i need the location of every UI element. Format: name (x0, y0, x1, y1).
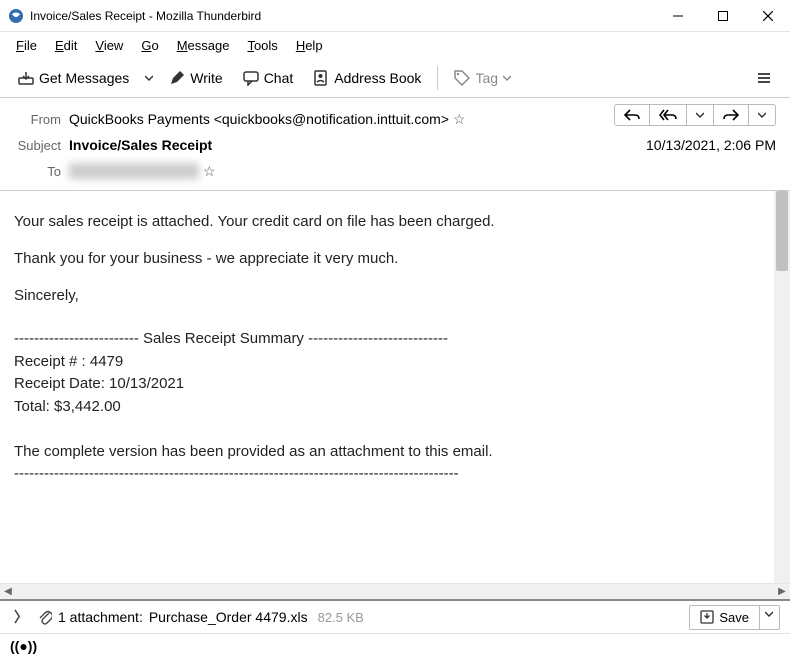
status-bar: ((●)) (0, 633, 790, 657)
address-book-icon (313, 70, 329, 86)
hamburger-icon (756, 70, 772, 86)
toolbar-separator (437, 66, 438, 90)
attachment-count: 1 attachment: (58, 609, 143, 625)
body-line-1: Your sales receipt is attached. Your cre… (14, 211, 760, 232)
from-label: From (14, 112, 69, 127)
get-messages-label: Get Messages (39, 70, 129, 86)
message-action-buttons (614, 104, 776, 126)
summary-title: ------------------------- Sales Receipt … (14, 328, 760, 351)
paperclip-icon (38, 609, 52, 625)
reply-all-button[interactable] (649, 104, 687, 126)
receipt-number: Receipt # : 4479 (14, 351, 760, 374)
menu-bar: File Edit View Go Message Tools Help (0, 32, 790, 58)
inbox-icon (18, 70, 34, 86)
maximize-button[interactable] (700, 0, 745, 32)
tag-label: Tag (475, 70, 498, 86)
menu-go[interactable]: Go (133, 36, 166, 55)
star-to-icon[interactable]: ☆ (203, 163, 216, 180)
scroll-thumb[interactable] (776, 191, 788, 271)
title-bar: Invoice/Sales Receipt - Mozilla Thunderb… (0, 0, 790, 32)
reply-button[interactable] (614, 104, 650, 126)
save-dropdown[interactable] (759, 605, 780, 630)
attachment-note: The complete version has been provided a… (14, 441, 760, 464)
dash-line: ----------------------------------------… (14, 463, 760, 486)
address-book-button[interactable]: Address Book (305, 65, 429, 91)
pencil-icon (169, 70, 185, 86)
message-header: From QuickBooks Payments <quickbooks@not… (0, 98, 790, 191)
save-icon (700, 610, 714, 624)
star-from-icon[interactable]: ☆ (453, 111, 466, 128)
scroll-left-icon[interactable]: ◀ (0, 584, 16, 600)
menu-view[interactable]: View (87, 36, 131, 55)
chat-label: Chat (264, 70, 294, 86)
write-button[interactable]: Write (161, 65, 230, 91)
chevron-down-icon (503, 74, 511, 82)
menu-message[interactable]: Message (169, 36, 238, 55)
minimize-button[interactable] (655, 0, 700, 32)
receipt-total: Total: $3,442.00 (14, 396, 760, 419)
address-book-label: Address Book (334, 70, 421, 86)
forward-button[interactable] (713, 104, 749, 126)
subject-value: Invoice/Sales Receipt (69, 137, 646, 153)
get-messages-dropdown[interactable] (141, 69, 157, 87)
receipt-date: Receipt Date: 10/13/2021 (14, 373, 760, 396)
chat-icon (243, 70, 259, 86)
write-label: Write (190, 70, 222, 86)
save-label: Save (719, 610, 749, 625)
to-value-redacted (69, 163, 199, 179)
reply-dropdown[interactable] (686, 104, 714, 126)
scroll-right-icon[interactable]: ▶ (774, 584, 790, 600)
body-line-3: Sincerely, (14, 285, 760, 306)
from-value[interactable]: QuickBooks Payments <quickbooks@notifica… (69, 111, 449, 127)
to-label: To (14, 164, 69, 179)
message-body-wrap: Your sales receipt is attached. Your cre… (0, 191, 790, 583)
close-button[interactable] (745, 0, 790, 32)
tag-button[interactable]: Tag (446, 65, 519, 91)
vertical-scrollbar[interactable] (774, 191, 790, 583)
attachment-filename[interactable]: Purchase_Order 4479.xls (149, 609, 308, 625)
chat-button[interactable]: Chat (235, 65, 302, 91)
attachment-bar: 〉 1 attachment: Purchase_Order 4479.xls … (0, 599, 790, 633)
message-body[interactable]: Your sales receipt is attached. Your cre… (0, 191, 774, 583)
get-messages-button[interactable]: Get Messages (10, 65, 137, 91)
app-menu-button[interactable] (748, 65, 780, 91)
message-date: 10/13/2021, 2:06 PM (646, 137, 776, 153)
attachment-size: 82.5 KB (318, 610, 364, 625)
tag-icon (454, 70, 470, 86)
body-line-2: Thank you for your business - we appreci… (14, 248, 760, 269)
subject-label: Subject (14, 138, 69, 153)
window-title: Invoice/Sales Receipt - Mozilla Thunderb… (30, 9, 655, 23)
menu-help[interactable]: Help (288, 36, 331, 55)
expand-attachments-icon[interactable]: 〉 (10, 605, 32, 629)
receipt-summary: ------------------------- Sales Receipt … (14, 328, 760, 486)
horizontal-scrollbar[interactable]: ◀ ▶ (0, 583, 790, 599)
thunderbird-icon (8, 8, 24, 24)
forward-dropdown[interactable] (748, 104, 776, 126)
menu-tools[interactable]: Tools (239, 36, 285, 55)
menu-file[interactable]: File (8, 36, 45, 55)
toolbar: Get Messages Write Chat Address Book Tag (0, 58, 790, 98)
save-attachment-button[interactable]: Save (689, 605, 760, 630)
window-controls (655, 0, 790, 32)
sync-icon[interactable]: ((●)) (10, 638, 37, 654)
menu-edit[interactable]: Edit (47, 36, 85, 55)
